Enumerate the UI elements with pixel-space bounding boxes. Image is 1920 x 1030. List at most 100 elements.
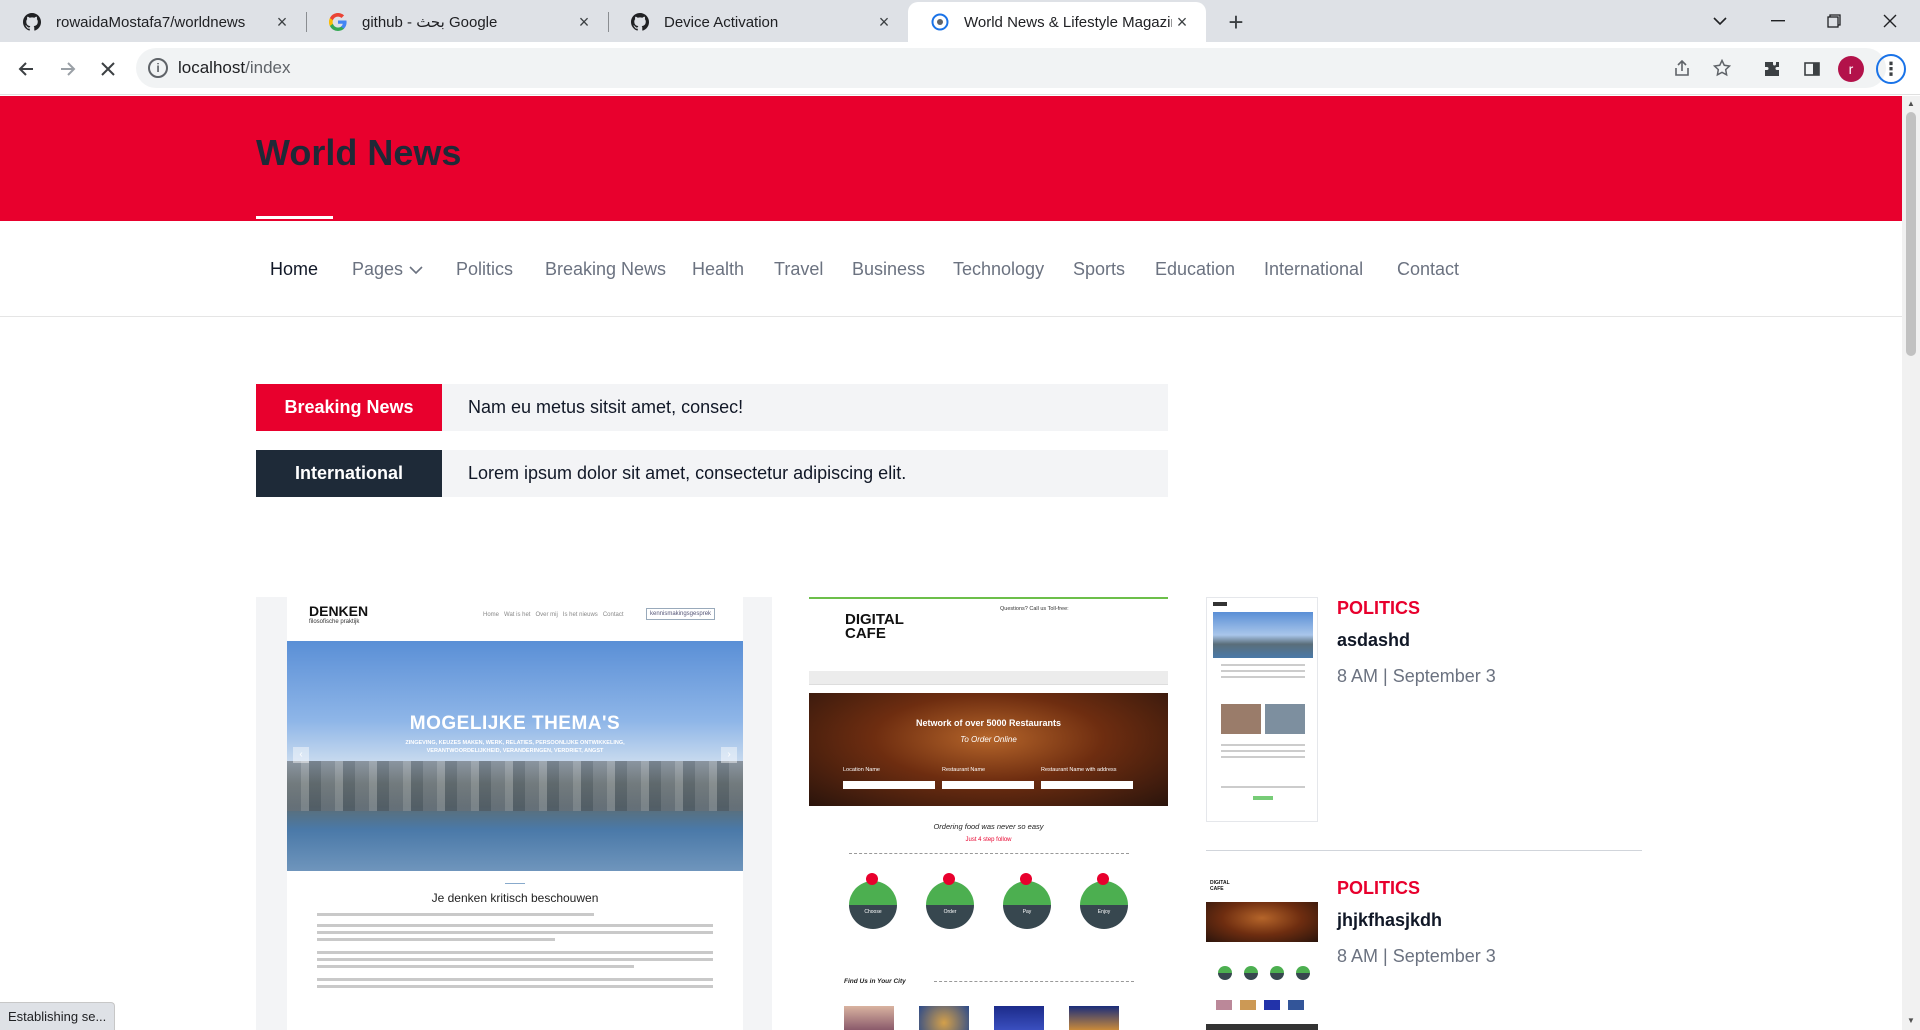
thumb-button bbox=[1253, 796, 1273, 800]
browser-toolbar: i localhost/index r ⋮ bbox=[0, 42, 1920, 95]
nav-travel[interactable]: Travel bbox=[774, 259, 823, 280]
browser-tab[interactable]: github - بحث Google × bbox=[306, 2, 608, 42]
nav-education[interactable]: Education bbox=[1155, 259, 1235, 280]
preview-city-thumb bbox=[919, 1006, 969, 1030]
preview-cafe-hero-title: Network of over 5000 Restaurants bbox=[915, 718, 1062, 728]
preview-step-badge bbox=[943, 873, 955, 885]
post-title[interactable]: asdashd bbox=[1337, 630, 1410, 651]
thumb-text-line bbox=[1221, 664, 1305, 666]
browser-tab-strip: rowaidaMostafa7/worldnews × github - بحث… bbox=[0, 0, 1920, 42]
forward-icon[interactable] bbox=[52, 53, 84, 85]
preview-top-bar bbox=[809, 597, 1168, 599]
preview-step-circle: Enjoy bbox=[1080, 873, 1128, 929]
nav-sports[interactable]: Sports bbox=[1073, 259, 1125, 280]
scroll-down-icon[interactable]: ▼ bbox=[1906, 1016, 1916, 1026]
nav-breaking-news[interactable]: Breaking News bbox=[545, 259, 666, 280]
secondary-post-image[interactable]: DIGITAL CAFE Questions? Call us Toll-fre… bbox=[809, 597, 1168, 1030]
close-icon[interactable]: × bbox=[1172, 12, 1192, 32]
thumb-city bbox=[1288, 1000, 1304, 1010]
thumb-text-line bbox=[1221, 786, 1305, 788]
kebab-menu-icon[interactable]: ⋮ bbox=[1876, 54, 1906, 84]
preview-section-title: Je denken kritisch beschouwen bbox=[431, 891, 599, 905]
preview-accent bbox=[505, 883, 525, 884]
nav-politics[interactable]: Politics bbox=[456, 259, 513, 280]
profile-avatar[interactable]: r bbox=[1838, 56, 1864, 82]
nav-international[interactable]: International bbox=[1264, 259, 1363, 280]
main-navigation: Home Pages Politics Breaking News Health… bbox=[0, 221, 1902, 317]
preview-city-skyline bbox=[287, 761, 743, 811]
tab-title: World News & Lifestyle Magazin bbox=[964, 13, 1172, 31]
site-info-icon[interactable]: i bbox=[148, 58, 168, 78]
ticker-headline[interactable]: Nam eu metus sitsit amet, consec! bbox=[468, 397, 743, 418]
ticker-international: International Lorem ipsum dolor sit amet… bbox=[256, 450, 1168, 497]
close-window-icon[interactable] bbox=[1870, 4, 1910, 38]
site-logo[interactable]: World News bbox=[256, 132, 461, 174]
post-meta: 8 AM | September 3 bbox=[1337, 666, 1496, 686]
preview-nav: Home Wat is het Over mij Is het nieuws C… bbox=[483, 612, 624, 618]
thumb-step-circle bbox=[1296, 966, 1310, 980]
nav-pages[interactable]: Pages bbox=[352, 259, 423, 280]
post-category[interactable]: POLITICS bbox=[1337, 878, 1420, 899]
url-text[interactable]: localhost/index bbox=[178, 58, 290, 78]
share-icon[interactable] bbox=[1668, 54, 1696, 82]
page-scrollbar[interactable]: ▲ ▼ bbox=[1902, 96, 1920, 1030]
chevron-right-icon: › bbox=[721, 747, 737, 763]
preview-step-label: Choose bbox=[864, 909, 882, 915]
preview-field-label: Restaurant Name bbox=[942, 767, 986, 773]
url-host: localhost bbox=[178, 58, 246, 77]
preview-field bbox=[843, 781, 935, 789]
nav-health[interactable]: Health bbox=[692, 259, 744, 280]
featured-post-image[interactable]: DENKEN filosofische praktijk Home Wat is… bbox=[256, 597, 772, 1030]
preview-field-label: Location Name bbox=[843, 767, 880, 773]
tab-title: rowaidaMostafa7/worldnews bbox=[56, 13, 246, 31]
preview-brand: DENKEN bbox=[309, 603, 369, 619]
browser-tab[interactable]: rowaidaMostafa7/worldnews × bbox=[0, 2, 306, 42]
scrollbar-thumb[interactable] bbox=[1906, 112, 1916, 356]
tab-search-icon[interactable] bbox=[1700, 4, 1740, 38]
preview-step-badge bbox=[866, 873, 878, 885]
post-category[interactable]: POLITICS bbox=[1337, 598, 1420, 619]
back-icon[interactable] bbox=[10, 53, 42, 85]
scroll-up-icon[interactable]: ▲ bbox=[1906, 99, 1916, 109]
thumb-cafe-logo: DIGITAL CAFE bbox=[1210, 880, 1230, 892]
thumb-footer bbox=[1206, 1024, 1318, 1030]
preview-city-thumb bbox=[994, 1006, 1044, 1030]
preview-city-thumb bbox=[1069, 1006, 1119, 1030]
close-icon[interactable]: × bbox=[272, 12, 292, 32]
address-bar[interactable]: i localhost/index bbox=[136, 48, 1886, 88]
side-panel-icon[interactable] bbox=[1796, 53, 1828, 85]
extensions-icon[interactable] bbox=[1756, 53, 1788, 85]
ticker-label: Breaking News bbox=[256, 384, 442, 431]
post-title[interactable]: jhjkfhasjkdh bbox=[1337, 910, 1442, 931]
thumb-text-line bbox=[1221, 676, 1305, 678]
close-icon[interactable]: × bbox=[874, 12, 894, 32]
preview-step-circle: Choose bbox=[849, 873, 897, 929]
preview-step-label: Order bbox=[943, 909, 957, 915]
bookmark-star-icon[interactable] bbox=[1708, 54, 1736, 82]
preview-step-label: Enjoy bbox=[1097, 909, 1111, 915]
preview-nav-button: kennismakingsgesprek bbox=[646, 608, 716, 620]
thumb-step-circle bbox=[1244, 966, 1258, 980]
browser-tab[interactable]: Device Activation × bbox=[608, 2, 908, 42]
preview-hero-sub: ZINGEVING, KEUZES MAKEN, WERK, RELATIES,… bbox=[405, 740, 625, 754]
nav-home[interactable]: Home bbox=[270, 259, 318, 280]
thumb-city bbox=[1240, 1000, 1256, 1010]
restore-icon[interactable] bbox=[1814, 4, 1854, 38]
nav-contact[interactable]: Contact bbox=[1397, 259, 1459, 280]
new-tab-icon[interactable]: + bbox=[1222, 7, 1250, 37]
browser-tab-active[interactable]: World News & Lifestyle Magazin × bbox=[908, 2, 1206, 42]
preview-field bbox=[1041, 781, 1133, 789]
preview-cafe-hero-sub: To Order Online bbox=[960, 735, 1017, 744]
preview-paragraphs bbox=[317, 913, 713, 992]
google-icon bbox=[328, 12, 348, 32]
preview-dash bbox=[849, 853, 1129, 854]
nav-business[interactable]: Business bbox=[852, 259, 925, 280]
thumb-text-line bbox=[1221, 756, 1305, 758]
close-icon[interactable]: × bbox=[574, 12, 594, 32]
ticker-headline[interactable]: Lorem ipsum dolor sit amet, consectetur … bbox=[468, 463, 906, 484]
nav-technology[interactable]: Technology bbox=[953, 259, 1044, 280]
post-thumbnail[interactable]: DIGITAL CAFE bbox=[1206, 876, 1318, 1030]
post-thumbnail[interactable] bbox=[1206, 597, 1318, 822]
minimize-icon[interactable] bbox=[1758, 4, 1798, 38]
stop-loading-icon[interactable] bbox=[92, 53, 124, 85]
